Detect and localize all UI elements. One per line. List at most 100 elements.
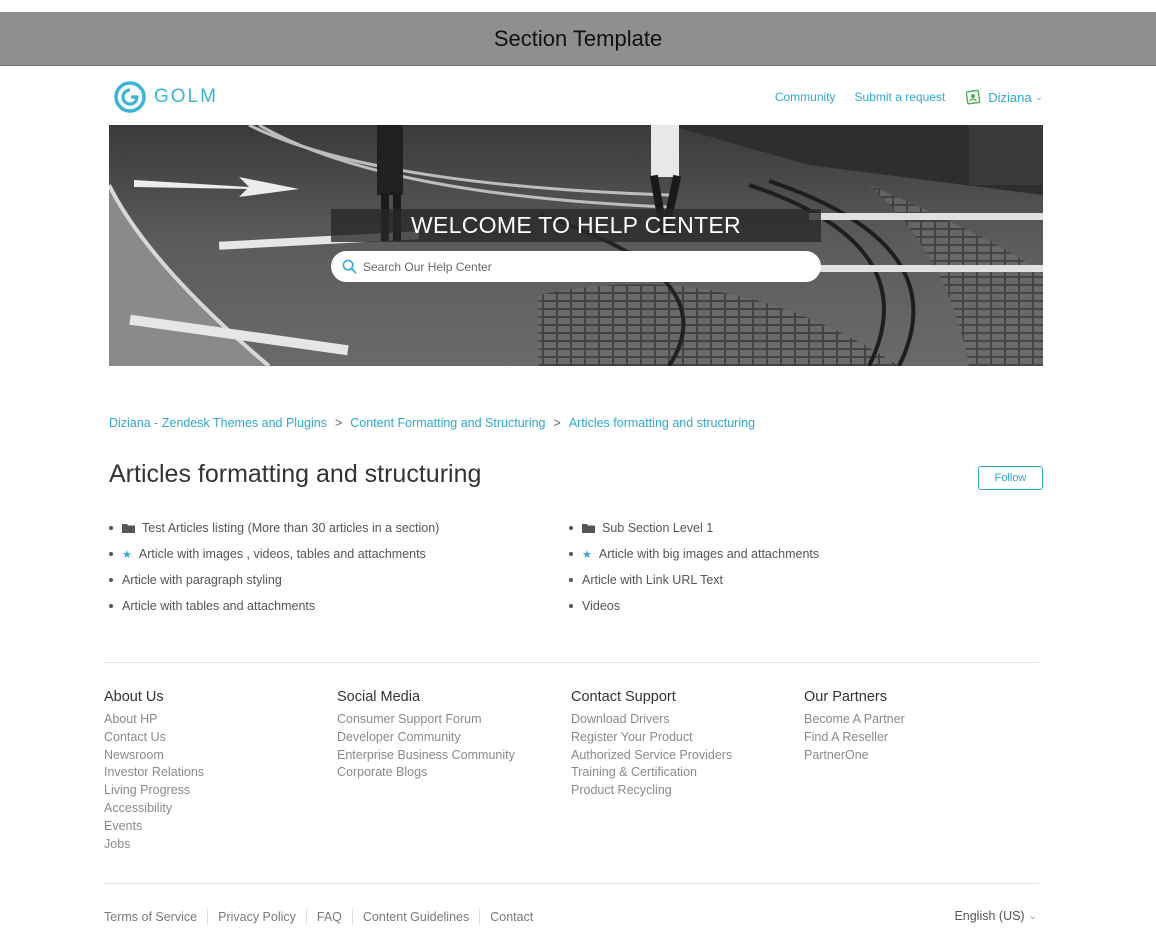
page-title: Articles formatting and structuring xyxy=(109,460,482,488)
bullet xyxy=(109,552,113,556)
footer-link[interactable]: Become A Partner xyxy=(804,711,905,729)
user-menu[interactable]: Diziana ⌄ xyxy=(966,89,1043,105)
article-link: Videos xyxy=(582,599,620,613)
list-item[interactable]: Article with Link URL Text xyxy=(569,567,819,593)
submit-request-link[interactable]: Submit a request xyxy=(855,90,946,104)
bullet xyxy=(569,526,573,530)
footer-link[interactable]: Newsroom xyxy=(104,747,204,765)
logo-text: GOLM xyxy=(154,86,218,107)
breadcrumb-item[interactable]: Content Formatting and Structuring xyxy=(350,416,545,430)
list-item[interactable]: Sub Section Level 1 xyxy=(569,515,819,541)
logo-icon xyxy=(114,81,146,113)
bullet xyxy=(569,552,573,556)
community-link[interactable]: Community xyxy=(775,90,836,104)
header-nav: Community Submit a request Diziana ⌄ xyxy=(756,78,1043,116)
hero-title-box: WELCOME TO HELP CENTER xyxy=(331,209,821,242)
content-guidelines-link[interactable]: Content Guidelines xyxy=(363,910,469,924)
search-icon xyxy=(342,259,357,274)
article-link: Sub Section Level 1 xyxy=(602,521,714,535)
star-icon: ★ xyxy=(582,548,592,561)
user-avatar-icon xyxy=(966,89,981,105)
contact-link[interactable]: Contact xyxy=(490,910,533,924)
privacy-link[interactable]: Privacy Policy xyxy=(218,910,296,924)
breadcrumb: Diziana - Zendesk Themes and Plugins > C… xyxy=(109,416,755,430)
footer-link[interactable]: Contact Us xyxy=(104,729,204,747)
list-item[interactable]: ★ Article with big images and attachment… xyxy=(569,541,819,567)
footer-link[interactable]: Product Recycling xyxy=(571,782,732,800)
hero-title: WELCOME TO HELP CENTER xyxy=(411,212,741,238)
article-link: Article with Link URL Text xyxy=(582,573,724,587)
faq-link[interactable]: FAQ xyxy=(317,910,342,924)
footer-link[interactable]: Download Drivers xyxy=(571,711,732,729)
chevron-down-icon: ⌄ xyxy=(1034,91,1043,103)
template-title-bar: Section Template xyxy=(0,12,1156,66)
breadcrumb-separator: > xyxy=(553,416,561,430)
footer-column-social: Social Media Consumer Support Forum Deve… xyxy=(337,689,515,782)
follow-button[interactable]: Follow xyxy=(978,466,1043,490)
footer-link[interactable]: Training & Certification xyxy=(571,764,732,782)
article-list-right: Sub Section Level 1 ★ Article with big i… xyxy=(569,515,819,619)
bullet xyxy=(569,578,573,582)
legal-divider xyxy=(104,883,1039,884)
bullet xyxy=(109,578,113,582)
search-input[interactable] xyxy=(363,259,803,274)
footer-link[interactable]: Living Progress xyxy=(104,782,204,800)
street-photo xyxy=(109,125,1043,366)
hero-banner: WELCOME TO HELP CENTER xyxy=(109,125,1043,366)
footer-link[interactable]: Events xyxy=(104,818,204,836)
footer-column-partners: Our Partners Become A Partner Find A Res… xyxy=(804,689,905,764)
list-item[interactable]: ★ Article with images , videos, tables a… xyxy=(109,541,439,567)
bullet xyxy=(109,604,113,608)
footer-column-title: About Us xyxy=(104,689,164,705)
language-label: English (US) xyxy=(954,909,1025,923)
footer-divider xyxy=(104,662,1039,663)
language-selector[interactable]: English (US) ⌄ xyxy=(954,909,1037,923)
footer-link[interactable]: Jobs xyxy=(104,836,204,854)
legal-separator xyxy=(207,909,209,924)
article-link: Test Articles listing (More than 30 arti… xyxy=(142,521,440,535)
terms-link[interactable]: Terms of Service xyxy=(104,910,197,924)
footer-link[interactable]: Developer Community xyxy=(337,729,515,747)
legal-separator xyxy=(479,909,481,924)
star-icon: ★ xyxy=(122,548,132,561)
folder-icon xyxy=(122,524,135,533)
article-link: Article with paragraph styling xyxy=(122,573,282,587)
legal-separator xyxy=(351,909,353,924)
list-item[interactable]: Test Articles listing (More than 30 arti… xyxy=(109,515,439,541)
logo[interactable]: GOLM xyxy=(113,78,218,116)
legal-separator xyxy=(305,909,307,924)
bullet xyxy=(569,604,573,608)
chevron-down-icon: ⌄ xyxy=(1028,910,1037,922)
footer-link[interactable]: Find A Reseller xyxy=(804,729,905,747)
footer-link[interactable]: Authorized Service Providers xyxy=(571,747,732,765)
footer-link[interactable]: Corporate Blogs xyxy=(337,764,515,782)
bullet xyxy=(109,526,113,530)
breadcrumb-item[interactable]: Diziana - Zendesk Themes and Plugins xyxy=(109,416,327,430)
footer-link[interactable]: Consumer Support Forum xyxy=(337,711,515,729)
search-bar[interactable] xyxy=(331,251,821,282)
breadcrumb-separator: > xyxy=(334,416,343,430)
footer-link[interactable]: Register Your Product xyxy=(571,729,732,747)
footer-link[interactable]: About HP xyxy=(104,711,204,729)
breadcrumb-item[interactable]: Articles formatting and structuring xyxy=(569,416,755,430)
footer-link[interactable]: Enterprise Business Community xyxy=(337,747,515,765)
user-name: Diziana xyxy=(988,89,1032,105)
folder-icon xyxy=(582,524,595,533)
article-link: Article with big images and attachments xyxy=(598,547,820,561)
list-item[interactable]: Videos xyxy=(569,593,819,619)
legal-links: Terms of Service Privacy Policy FAQ Cont… xyxy=(104,909,533,924)
article-link: Article with images , videos, tables and… xyxy=(138,547,426,561)
footer-column-about: About Us About HP Contact Us Newsroom In… xyxy=(104,689,204,853)
template-title: Section Template xyxy=(493,25,663,51)
footer-column-support: Contact Support Download Drivers Registe… xyxy=(571,689,732,800)
footer-link[interactable]: Accessibility xyxy=(104,800,204,818)
footer-link[interactable]: Investor Relations xyxy=(104,764,204,782)
list-item[interactable]: Article with tables and attachments xyxy=(109,593,439,619)
list-item[interactable]: Article with paragraph styling xyxy=(109,567,439,593)
footer-link[interactable]: PartnerOne xyxy=(804,747,905,765)
article-list-left: Test Articles listing (More than 30 arti… xyxy=(109,515,439,619)
footer-column-title: Contact Support xyxy=(571,689,676,705)
site-header: GOLM Community Submit a request Diziana … xyxy=(109,78,1043,116)
article-link: Article with tables and attachments xyxy=(122,599,316,613)
footer-column-title: Our Partners xyxy=(804,689,887,705)
